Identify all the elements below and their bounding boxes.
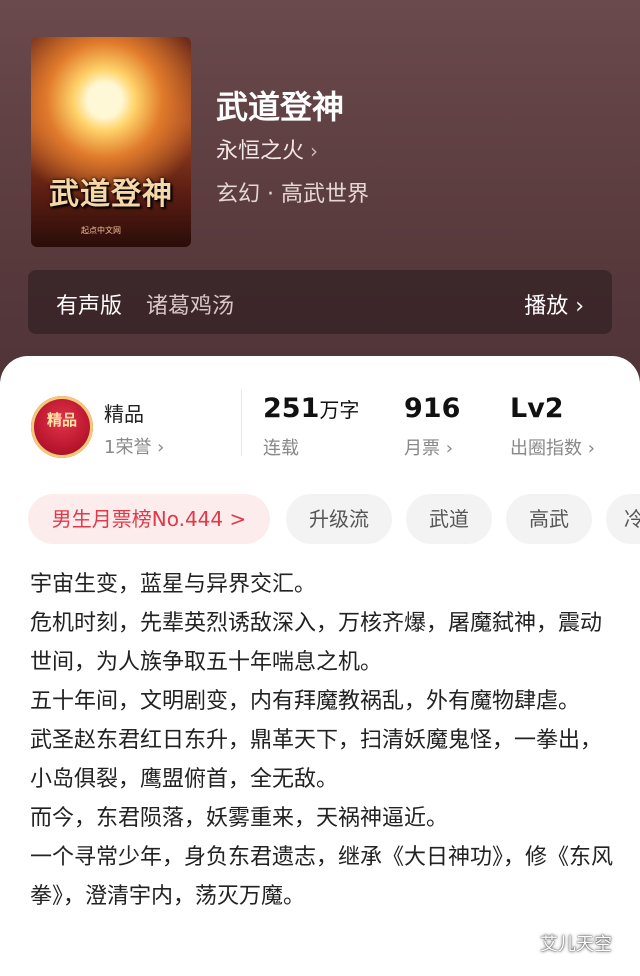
tag-chip-gaowu[interactable]: 高武 [506,494,592,544]
cover-publisher: 起点中文网 [81,226,121,235]
synopsis-paragraph: 危机时刻，先辈英烈诱敌深入，万核齐爆，屠魔弑神，震动世间，为人族争取五十年喘息之… [30,611,603,675]
quality-label: 精品 [104,402,144,426]
tag-chip-upgrade[interactable]: 升级流 [286,494,392,544]
word-count-value: 251 [263,393,320,424]
word-count: 251万字 [263,393,359,424]
word-count-unit: 万字 [319,398,360,422]
stats-divider [241,390,242,456]
synopsis-paragraph: 而今，东君陨落，妖雾重来，天祸神逼近。 [30,806,449,831]
synopsis-paragraph: 五十年间，文明剧变，内有拜魔教祸乱，外有魔物肆虐。 [30,689,581,714]
synopsis-paragraph: 宇宙生变，蓝星与异界交汇。 [30,572,317,597]
book-cover[interactable]: 武道登神 起点中文网 [31,37,191,247]
rank-chip[interactable]: 男生月票榜No.444 > [28,494,270,544]
author-link[interactable]: 永恒之火 › [216,133,318,165]
genre-label: 玄幻 · 高武世界 [216,182,369,207]
book-info-card: 精品 精品 1荣誉 › 251万字 连载 916 月票 › Lv2 出圈指数 ›… [0,356,640,976]
tag-chip-partial[interactable]: 冷 [606,494,640,544]
chevron-right-icon: › [310,139,319,163]
book-title: 武道登神 [216,88,345,126]
quality-badge-icon[interactable]: 精品 [31,396,93,458]
play-button[interactable]: 播放 › [524,288,584,320]
monthly-votes-link[interactable]: 月票 › [404,434,453,460]
author-name: 永恒之火 [216,139,305,164]
serial-status: 连载 [263,438,299,459]
badge-text: 精品 [46,411,77,429]
synopsis-paragraph: 武圣赵东君红日东升，鼎革天下，扫清妖魔鬼怪，一拳出，小岛俱裂，鹰盟俯首，全无敌。 [30,728,603,792]
cover-title: 武道登神 [49,177,173,212]
audiobook-tag: 有声版 [56,294,123,319]
influence-index-link[interactable]: 出圈指数 › [510,434,595,460]
honor-link[interactable]: 1荣誉 › [104,433,164,459]
audiobook-bar[interactable]: 有声版 诸葛鸡汤 播放 › [28,270,612,334]
book-synopsis: 宇宙生变，蓝星与异界交汇。 危机时刻，先辈英烈诱敌深入，万核齐爆，屠魔弑神，震动… [30,565,615,916]
level-value: Lv2 [510,393,564,424]
synopsis-paragraph: 一个寻常少年，身负东君遗志，继承《大日神功》，修《东风拳》，澄清宇内，荡灭万魔。 [30,845,614,909]
book-header: 武道登神 起点中文网 武道登神 永恒之火 › 玄幻 · 高武世界 有声版 诸葛鸡汤… [0,0,640,400]
narrator-name: 诸葛鸡汤 [146,294,235,319]
watermark-text: 艾儿天空 [540,934,612,955]
tag-chip-wudao[interactable]: 武道 [406,494,492,544]
monthly-votes-value: 916 [404,393,461,424]
